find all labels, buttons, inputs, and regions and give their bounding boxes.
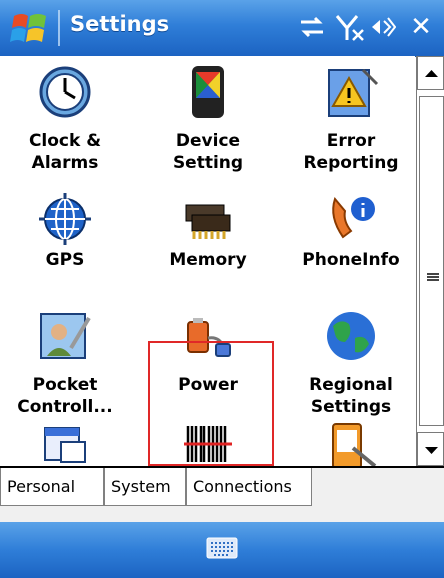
tab-personal[interactable]: Personal — [0, 468, 104, 506]
vertical-scrollbar[interactable] — [416, 56, 444, 466]
keyboard-icon[interactable] — [206, 536, 238, 560]
volume-icon[interactable] — [368, 12, 396, 42]
pda-stylus-item[interactable] — [286, 414, 415, 466]
tab-system[interactable]: System — [104, 468, 186, 506]
item-label: Pocket Controll... — [17, 375, 113, 417]
title-bar: Settings ✕ — [0, 0, 444, 57]
device-setting-item[interactable]: Device Setting — [143, 56, 273, 191]
pocket-controller-item[interactable]: Pocket Controll... — [0, 306, 130, 431]
scroll-down-button[interactable] — [417, 432, 444, 466]
item-label: Memory — [169, 250, 247, 270]
clock-icon — [39, 66, 91, 118]
error-reporting-icon — [328, 68, 379, 117]
item-label: Device Setting — [172, 131, 244, 173]
close-button[interactable]: ✕ — [401, 8, 441, 46]
pda-stylus-icon — [332, 423, 377, 466]
signal-off-icon[interactable] — [334, 12, 366, 42]
connectivity-icon[interactable] — [297, 12, 327, 42]
item-label: Clock & Alarms — [28, 131, 102, 173]
calendar-settings-item[interactable] — [0, 414, 130, 466]
gps-icon — [39, 193, 91, 245]
arrow-up-icon — [425, 70, 438, 77]
title-separator — [58, 10, 60, 46]
error-reporting-item[interactable]: Error Reporting — [286, 56, 415, 191]
item-label: Regional Settings — [309, 375, 393, 417]
gps-item[interactable]: GPS — [0, 191, 130, 291]
settings-grid: Clock & Alarms Device Setting Error Reporti… — [0, 56, 415, 466]
scroll-thumb[interactable] — [419, 96, 444, 426]
menu-bar — [0, 522, 444, 578]
regional-settings-item[interactable]: Regional Settings — [286, 306, 415, 431]
window-title: Settings — [70, 12, 170, 36]
item-label: PhoneInfo — [302, 250, 400, 270]
item-label: Error Reporting — [303, 131, 399, 173]
scroll-grip-icon — [427, 273, 439, 281]
memory-icon — [185, 204, 231, 239]
calendar-settings-icon — [44, 427, 86, 463]
power-highlight-box — [148, 341, 274, 466]
start-windows-flag-icon[interactable] — [8, 8, 54, 48]
item-label: GPS — [45, 250, 85, 270]
scroll-up-button[interactable] — [417, 56, 444, 90]
phoneinfo-item[interactable]: PhoneInfo — [286, 191, 415, 291]
device-setting-icon — [192, 66, 224, 118]
phone-info-icon — [332, 196, 375, 239]
clock-alarms-item[interactable]: Clock & Alarms — [0, 56, 130, 191]
memory-item[interactable]: Memory — [143, 191, 273, 291]
regional-settings-icon — [327, 312, 375, 360]
pocket-controller-icon — [40, 313, 91, 359]
arrow-down-icon — [425, 447, 438, 454]
tab-connections[interactable]: Connections — [186, 468, 312, 506]
